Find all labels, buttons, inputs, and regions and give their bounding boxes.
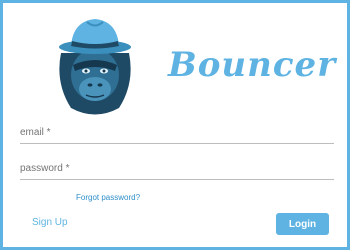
gorilla-with-fedora-icon bbox=[59, 19, 131, 115]
login-card: Bouncer email * password * Forgot passwo… bbox=[0, 0, 350, 250]
brand-name: Bouncer bbox=[168, 45, 337, 85]
sign-up-link[interactable]: Sign Up bbox=[32, 217, 68, 228]
password-input[interactable] bbox=[20, 159, 334, 179]
logo-area: Bouncer bbox=[53, 13, 335, 118]
email-input[interactable] bbox=[20, 123, 334, 143]
email-field[interactable]: email * bbox=[20, 123, 334, 144]
forgot-password-link[interactable]: Forgot password? bbox=[76, 193, 140, 202]
password-field[interactable]: password * bbox=[20, 159, 334, 180]
login-button[interactable]: Login bbox=[276, 213, 329, 235]
